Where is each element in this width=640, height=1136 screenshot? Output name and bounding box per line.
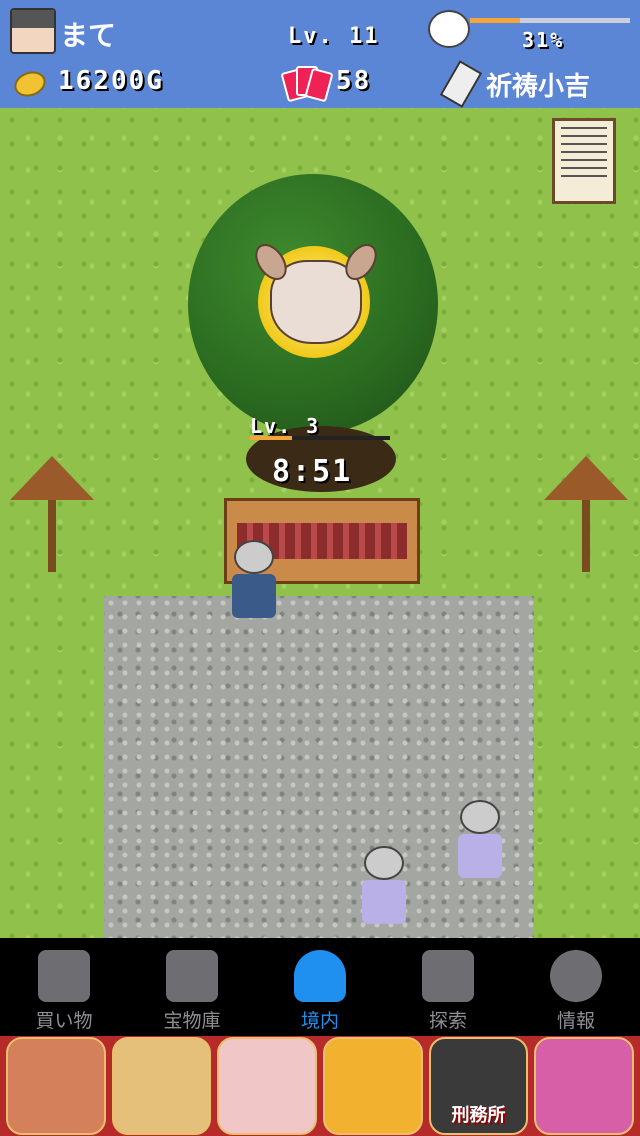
tree-level-bar-fill (250, 436, 292, 440)
tree-level: Lv. 3 (250, 414, 321, 438)
status-header: まて Lv. 11 31% 16200G 58 祈祷小吉 (0, 0, 640, 108)
ad-game-4[interactable] (323, 1037, 423, 1135)
footprints-icon (422, 950, 474, 1002)
hanafuda-cards-icon (280, 66, 334, 103)
rabbit-spirit[interactable] (270, 260, 362, 344)
shrine-grounds: Lv. 3 8:51 (0, 108, 640, 938)
ad-game-prison[interactable]: 刑務所 (428, 1037, 529, 1135)
player-name: まて (60, 19, 117, 52)
player-avatar[interactable] (10, 8, 56, 54)
experience-percent: 31% (522, 28, 565, 52)
treasure-chest-icon (166, 950, 218, 1002)
ad-game-1[interactable] (6, 1037, 106, 1135)
tab-info[interactable]: 情報 (512, 938, 640, 1036)
omikuji-icon (439, 60, 483, 108)
info-icon (550, 950, 602, 1002)
player-level: Lv. 11 (288, 24, 380, 49)
shop-icon (38, 950, 90, 1002)
ad-game-2[interactable] (111, 1037, 212, 1135)
small-shrine-right[interactable] (544, 456, 628, 576)
ad-banner: 刑務所 (0, 1036, 640, 1136)
gold-amount: 16200G (58, 66, 164, 96)
player-character[interactable] (232, 540, 276, 618)
gold-coin-icon (10, 67, 50, 101)
card-count: 58 (336, 66, 372, 96)
fortune-text[interactable]: 祈祷小吉 (486, 66, 590, 103)
harvest-timer: 8:51 (272, 454, 353, 489)
tab-explore[interactable]: 探索 (384, 938, 512, 1036)
ad-game-3[interactable] (217, 1037, 318, 1135)
visitor-granny[interactable] (362, 846, 406, 924)
experience-bar-fill (470, 18, 520, 23)
bottom-tab-bar: 買い物 宝物庫 境内 探索 情報 (0, 938, 640, 1036)
tree-icon (294, 950, 346, 1002)
notice-board-icon[interactable] (552, 118, 616, 204)
tree-level-bar (250, 436, 390, 440)
tab-grounds[interactable]: 境内 (256, 938, 384, 1036)
tab-treasury[interactable]: 宝物庫 (128, 938, 256, 1036)
stone-path (104, 596, 534, 938)
visitor-granny-back[interactable] (458, 800, 502, 878)
tab-shopping[interactable]: 買い物 (0, 938, 128, 1036)
ad-game-6[interactable] (534, 1037, 635, 1135)
small-shrine-left[interactable] (10, 456, 94, 576)
experience-bar (470, 18, 630, 23)
ad-prison-label: 刑務所 (451, 1105, 506, 1126)
mood-face-icon (428, 10, 470, 48)
